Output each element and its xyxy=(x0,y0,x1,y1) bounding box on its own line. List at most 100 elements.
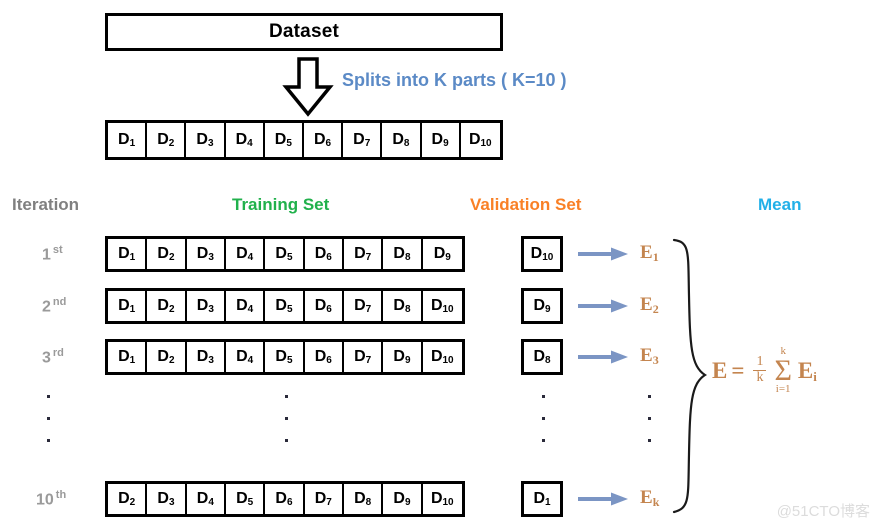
fold-label: D7 xyxy=(314,490,332,508)
formula-term: Ei xyxy=(797,357,817,384)
fold-label: D10 xyxy=(468,131,492,149)
fold-label: D3 xyxy=(196,131,214,149)
fold-label: D6 xyxy=(314,348,332,366)
validation-set-row: D9 xyxy=(521,288,563,324)
fold-label: D7 xyxy=(354,297,372,315)
training-fold-cell: D2 xyxy=(147,342,187,372)
header-mean: Mean xyxy=(758,195,802,214)
training-fold-cell: D5 xyxy=(265,239,305,269)
header-iteration: Iteration xyxy=(12,195,80,214)
fold-label: D7 xyxy=(353,131,371,149)
ellipsis-error xyxy=(648,395,654,461)
training-fold-cell: D1 xyxy=(108,239,148,269)
fold-label: D2 xyxy=(157,348,175,366)
training-fold-cell: D4 xyxy=(186,484,226,514)
fold-label: D2 xyxy=(157,131,175,149)
training-fold-cell: D10 xyxy=(422,291,462,321)
training-set-row: D1 D2 D3 D4 D5 D6 D7 D8 D9 xyxy=(105,236,465,272)
fold-label: D5 xyxy=(275,245,293,263)
fold-label: D8 xyxy=(393,297,411,315)
iteration-label: 3rd xyxy=(42,347,64,367)
fold-label: D8 xyxy=(392,131,410,149)
training-fold-cell: D3 xyxy=(186,239,226,269)
training-fold-cell: D7 xyxy=(343,291,384,321)
error-label: E2 xyxy=(640,294,659,316)
training-fold-cell: D3 xyxy=(186,342,226,372)
fold-label: D1 xyxy=(118,348,136,366)
fold-label: D3 xyxy=(157,490,175,508)
iteration-label: 2nd xyxy=(42,296,67,316)
split-part-cell: D10 xyxy=(460,123,500,157)
training-fold-cell: D4 xyxy=(225,342,266,372)
fold-label: D9 xyxy=(431,131,449,149)
training-set-row: D1 D2 D3 D4 D5 D6 D7 D8 D10 xyxy=(105,288,465,324)
training-fold-cell: D8 xyxy=(343,484,384,514)
fold-label: D10 xyxy=(430,490,454,508)
fold-label: D3 xyxy=(196,348,214,366)
fold-label: D4 xyxy=(236,348,254,366)
validation-fold-cell: D8 xyxy=(524,342,560,372)
training-fold-cell: D6 xyxy=(304,239,344,269)
fold-label: D3 xyxy=(196,297,214,315)
fold-label: D4 xyxy=(196,490,214,508)
split-part-cell: D3 xyxy=(186,123,226,157)
mean-curly-brace xyxy=(672,238,708,514)
training-fold-cell: D9 xyxy=(383,484,423,514)
formula-summation: k Σ i=1 xyxy=(774,346,791,395)
header-validation-set: Validation Set xyxy=(470,195,582,214)
validation-fold-cell: D9 xyxy=(524,291,560,321)
fold-label: D7 xyxy=(354,348,372,366)
split-part-cell: D2 xyxy=(147,123,187,157)
error-label: E1 xyxy=(640,242,659,264)
fold-label: D5 xyxy=(275,297,293,315)
split-part-cell: D4 xyxy=(225,123,265,157)
validation-fold-cell: D1 xyxy=(524,484,560,514)
formula-denominator: k xyxy=(756,370,764,385)
training-fold-cell: D8 xyxy=(383,239,423,269)
training-set-row: D1 D2 D3 D4 D5 D6 D7 D9 D10 xyxy=(105,339,465,375)
training-fold-cell: D10 xyxy=(422,484,462,514)
fold-label: D7 xyxy=(354,245,372,263)
training-fold-cell: D7 xyxy=(304,484,344,514)
arrow-right-icon xyxy=(578,492,628,506)
ellipsis-validation xyxy=(542,395,548,461)
mean-formula: E = 1 k k Σ i=1 Ei xyxy=(712,346,817,395)
formula-fraction: 1 k xyxy=(753,355,767,385)
training-fold-cell: D3 xyxy=(186,291,226,321)
training-fold-cell: D1 xyxy=(108,291,148,321)
fold-label: D9 xyxy=(533,297,551,315)
fold-label: D4 xyxy=(236,297,254,315)
arrow-right-icon xyxy=(578,299,628,313)
training-fold-cell: D7 xyxy=(343,239,384,269)
training-fold-cell: D6 xyxy=(304,342,344,372)
training-fold-cell: D8 xyxy=(383,291,423,321)
dataset-box: Dataset xyxy=(105,13,503,51)
fold-label: D2 xyxy=(157,245,175,263)
validation-set-row: D1 xyxy=(521,481,563,517)
training-fold-cell: D2 xyxy=(147,291,187,321)
fold-label: D9 xyxy=(393,348,411,366)
ellipsis-iteration xyxy=(47,395,53,461)
fold-label: D2 xyxy=(118,490,136,508)
training-fold-cell: D6 xyxy=(265,484,305,514)
training-fold-cell: D10 xyxy=(422,342,462,372)
training-fold-cell: D5 xyxy=(265,291,305,321)
split-part-cell: D7 xyxy=(343,123,383,157)
formula-equals: = xyxy=(731,357,745,383)
training-fold-cell: D2 xyxy=(108,484,148,514)
arrow-right-icon xyxy=(578,247,628,261)
training-fold-cell: D7 xyxy=(343,342,384,372)
error-label: E3 xyxy=(640,345,659,367)
split-part-cell: D5 xyxy=(264,123,304,157)
iteration-label: 1st xyxy=(42,244,63,264)
fold-label: D4 xyxy=(236,245,254,263)
fold-label: D10 xyxy=(430,348,454,366)
fold-label: D3 xyxy=(196,245,214,263)
fold-label: D5 xyxy=(236,490,254,508)
split-part-cell: D8 xyxy=(382,123,422,157)
formula-lhs: E xyxy=(712,357,728,383)
training-fold-cell: D6 xyxy=(304,291,344,321)
training-fold-cell: D5 xyxy=(225,484,266,514)
sigma-icon: Σ xyxy=(774,354,792,387)
split-note-label: Splits into K parts ( K=10 ) xyxy=(342,70,567,90)
